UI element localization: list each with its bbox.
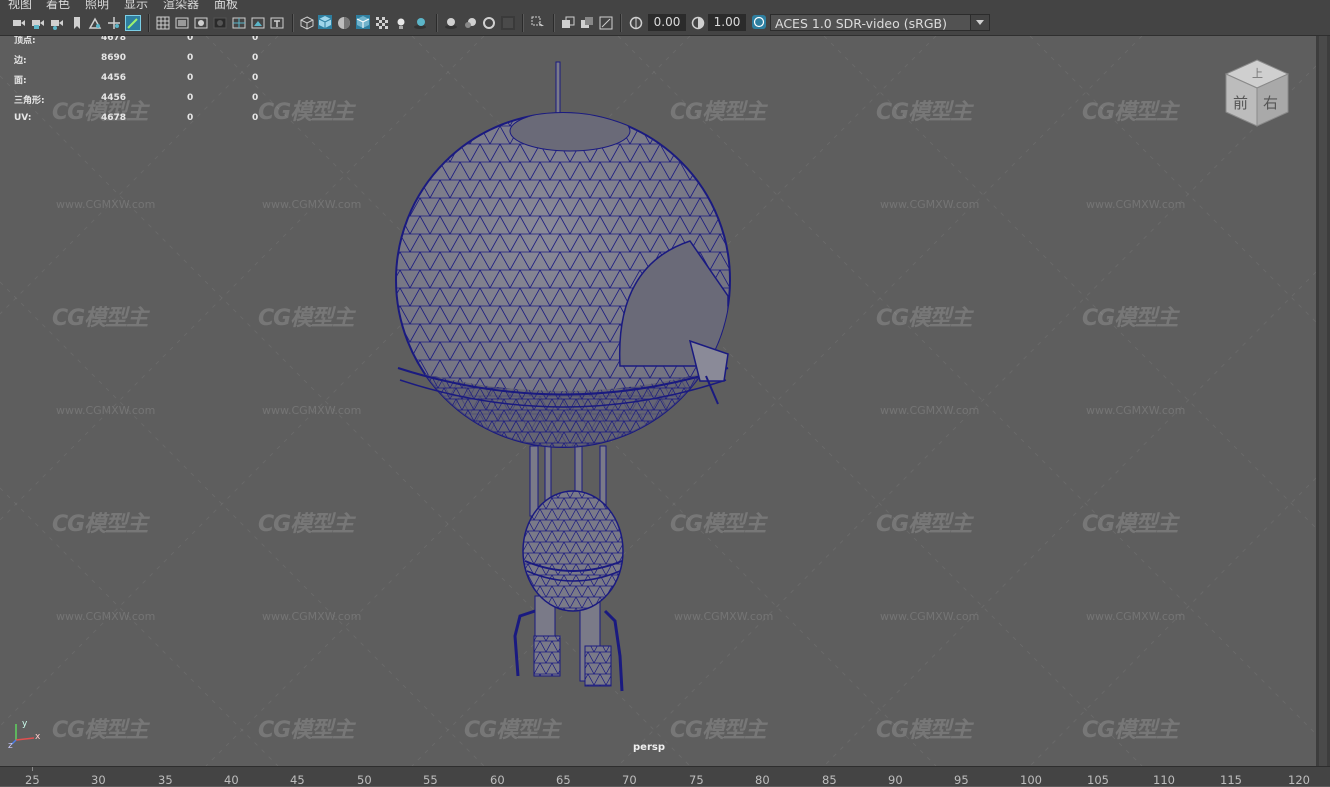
safe-title-icon[interactable] [270, 16, 284, 30]
hud-value: 0 [187, 113, 194, 123]
gamma-icon[interactable] [691, 16, 705, 30]
safe-action-icon[interactable] [251, 16, 265, 30]
time-slider[interactable]: 25 30 35 40 45 50 55 60 65 70 75 80 85 9… [0, 766, 1330, 787]
wireframe-icon[interactable] [300, 16, 314, 30]
hud-value: 0 [252, 73, 259, 83]
menu-renderer[interactable]: 渲染器 [163, 0, 199, 11]
axis-x-label: x [35, 732, 41, 742]
camera-lock-icon[interactable] [31, 16, 45, 30]
viewcube-right-label[interactable]: 右 [1263, 94, 1278, 112]
colorspace-value: ACES 1.0 SDR-video (sRGB) [775, 16, 947, 31]
2d-pan-zoom-icon[interactable] [107, 16, 121, 30]
toolbar-separator [522, 14, 524, 32]
smooth-shade-icon[interactable] [318, 15, 332, 29]
gate-mask-icon[interactable] [213, 16, 227, 30]
menu-panels[interactable]: 面板 [214, 0, 238, 11]
lighting-icon[interactable] [394, 16, 408, 30]
hud-value: 4678 [101, 113, 127, 123]
hud-value: 0 [187, 93, 194, 103]
colorspace-dropdown[interactable]: ACES 1.0 SDR-video (sRGB) [770, 14, 990, 31]
hud-value: 8690 [101, 53, 127, 63]
axis-gizmo: y x z [8, 719, 41, 750]
toolbar-separator [620, 14, 622, 32]
panel-toolbar: 0.00 1.00 ACES 1.0 SDR-video (sRGB) [0, 11, 1330, 36]
toolbar-separator [148, 14, 150, 32]
toolbar-separator [292, 14, 294, 32]
hud-value: 0 [187, 73, 194, 83]
hud-value: 0 [252, 53, 259, 63]
menu-bar: 视图 着色 照明 显示 渲染器 面板 [0, 0, 1330, 11]
gamma-field[interactable]: 1.00 [708, 14, 746, 31]
timeline-tick [32, 767, 33, 771]
hud-value: 4456 [101, 73, 127, 83]
hud-label: 三角形: [14, 96, 45, 106]
hud-value: 0 [252, 36, 259, 43]
menu-lighting[interactable]: 照明 [85, 0, 109, 11]
isolate-select-icon[interactable] [531, 16, 545, 30]
depth-of-field-icon[interactable] [501, 16, 515, 30]
axis-z-label: z [8, 741, 13, 750]
backface-icon[interactable] [599, 16, 613, 30]
motion-blur-icon[interactable] [463, 16, 477, 30]
textured-icon[interactable] [375, 16, 389, 30]
image-plane-icon[interactable] [88, 16, 102, 30]
menu-view[interactable]: 视图 [8, 0, 32, 11]
xray-icon[interactable] [356, 15, 370, 29]
hud-label: 边: [14, 56, 27, 66]
wireframe-on-shaded-icon[interactable] [337, 16, 351, 30]
exposure-field[interactable]: 0.00 [648, 14, 686, 31]
film-gate-icon[interactable] [175, 16, 189, 30]
viewport-side-strip [1316, 36, 1330, 766]
hud-label: 面: [14, 76, 27, 86]
anti-aliasing-icon[interactable] [482, 16, 496, 30]
hud-value: 4678 [101, 36, 127, 43]
hud-value: 0 [252, 113, 259, 123]
shadows-icon[interactable] [413, 16, 427, 30]
chevron-down-icon[interactable] [970, 15, 989, 30]
axis-y-label: y [22, 719, 28, 729]
hud-value: 4456 [101, 93, 127, 103]
hud-label: UV: [14, 113, 32, 123]
xray-joints-icon[interactable] [580, 16, 594, 30]
viewcube-front-label[interactable]: 前 [1233, 94, 1248, 112]
color-management-icon[interactable] [752, 15, 766, 29]
camera-attr-icon[interactable] [50, 16, 64, 30]
3d-viewport[interactable]: CG模型主 CG模型主 CG模型主 CG模型主 CG模型主 www.CGMXW.… [0, 36, 1316, 766]
bookmark-icon[interactable] [70, 16, 84, 30]
grease-pencil-icon[interactable] [125, 15, 141, 31]
exposure-icon[interactable] [629, 16, 643, 30]
mesh-model[interactable] [0, 36, 1316, 766]
view-cube[interactable]: 上 前 右 [1222, 58, 1292, 128]
hud-label: 顶点: [14, 36, 36, 46]
viewcube-top-label[interactable]: 上 [1252, 67, 1263, 80]
camera-icon[interactable] [12, 16, 26, 30]
toolbar-separator [436, 14, 438, 32]
field-chart-icon[interactable] [232, 16, 246, 30]
xray-active-icon[interactable] [561, 16, 575, 30]
ambient-occlusion-icon[interactable] [444, 16, 458, 30]
hud-value: 0 [187, 36, 194, 43]
grid-icon[interactable] [156, 16, 170, 30]
menu-show[interactable]: 显示 [124, 0, 148, 11]
hud-value: 0 [252, 93, 259, 103]
resolution-gate-icon[interactable] [194, 16, 208, 30]
hud-value: 0 [187, 53, 194, 63]
menu-shading[interactable]: 着色 [46, 0, 70, 11]
toolbar-separator [553, 14, 555, 32]
camera-name-label: persp [633, 742, 665, 753]
